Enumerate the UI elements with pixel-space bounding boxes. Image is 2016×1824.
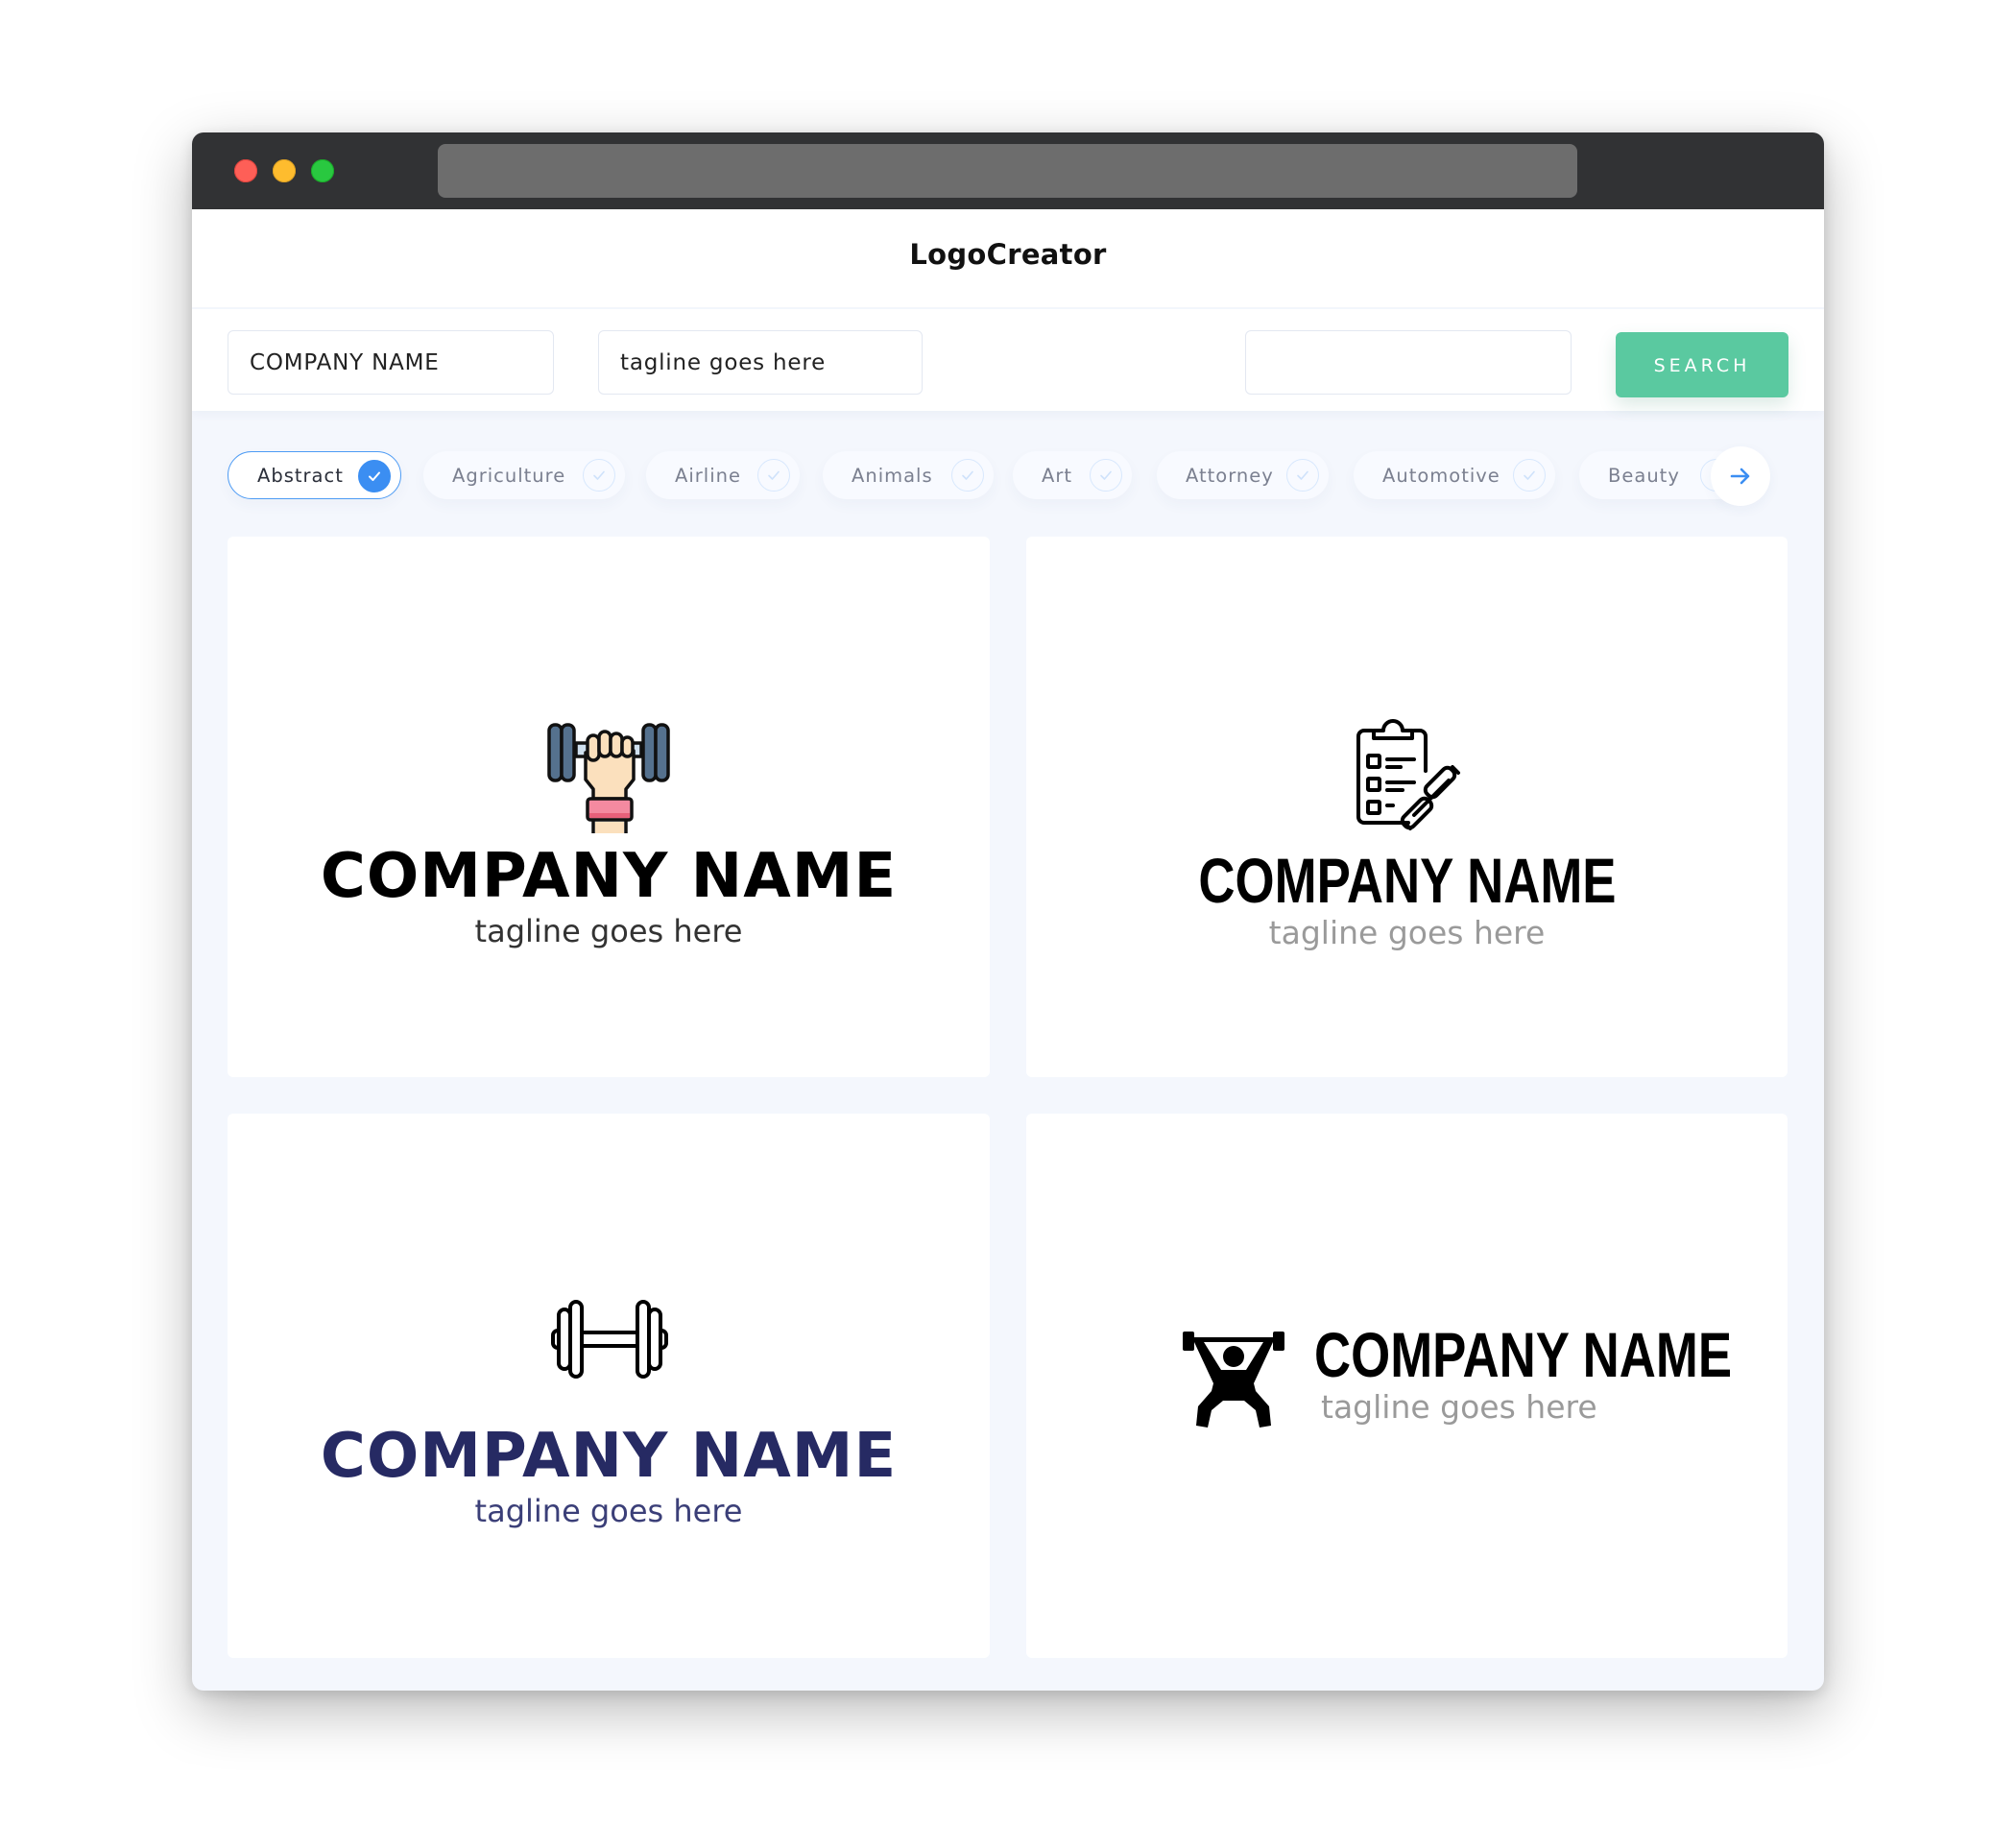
arrow-right-icon <box>1730 468 1750 485</box>
keyword-input[interactable] <box>1245 330 1572 395</box>
clipboard-dumbbell-icon <box>1356 719 1460 830</box>
check-icon <box>358 460 391 492</box>
hand-dumbbell-icon <box>547 723 670 833</box>
category-chip-abstract[interactable]: Abstract <box>228 451 401 499</box>
company-name-text: COMPANY NAME <box>320 1421 898 1492</box>
category-chip-art[interactable]: Art <box>1013 451 1132 499</box>
company-name-text: COMPANY NAME <box>1314 1319 1733 1390</box>
search-button[interactable]: SEARCH <box>1616 332 1788 397</box>
tagline-text: tagline goes here <box>474 913 743 949</box>
logo-card[interactable]: COMPANY NAME tagline goes here <box>228 1114 990 1658</box>
logo-card[interactable]: COMPANY NAME tagline goes here <box>1026 537 1788 1077</box>
app-header: LogoCreator <box>192 209 1824 307</box>
address-bar[interactable] <box>438 144 1577 198</box>
category-chip-agriculture[interactable]: Agriculture <box>423 451 625 499</box>
brand-logo[interactable]: LogoCreator <box>192 238 1824 271</box>
tagline-text: tagline goes here <box>474 1493 743 1529</box>
category-chip-animals[interactable]: Animals <box>823 451 994 499</box>
title-bar <box>192 132 1824 209</box>
chip-label: Airline <box>675 464 741 487</box>
weightlifter-icon <box>1183 1332 1284 1428</box>
check-icon <box>583 459 615 492</box>
chip-label: Beauty <box>1608 464 1680 487</box>
chip-label: Animals <box>852 464 933 487</box>
logo-card[interactable]: COMPANY NAME tagline goes here <box>228 537 990 1077</box>
browser-window: LogoCreator SEARCH Abstract Agriculture … <box>192 132 1824 1691</box>
company-name-text: COMPANY NAME <box>1197 845 1617 916</box>
logo-card[interactable]: COMPANY NAME tagline goes here <box>1026 1114 1788 1658</box>
chip-label: Abstract <box>257 464 344 487</box>
check-icon <box>757 459 790 492</box>
chip-label: Automotive <box>1382 464 1500 487</box>
next-categories-button[interactable] <box>1711 446 1770 506</box>
check-icon <box>951 459 984 492</box>
category-filter-bar: Abstract Agriculture Airline Animals Art… <box>192 438 1824 518</box>
category-chip-automotive[interactable]: Automotive <box>1354 451 1555 499</box>
company-name-input[interactable] <box>228 330 554 395</box>
check-icon <box>1286 459 1319 492</box>
category-chip-attorney[interactable]: Attorney <box>1157 451 1329 499</box>
company-name-text: COMPANY NAME <box>320 841 898 912</box>
chip-label: Attorney <box>1186 464 1274 487</box>
check-icon <box>1090 459 1122 492</box>
chip-label: Art <box>1042 464 1073 487</box>
category-chip-airline[interactable]: Airline <box>646 451 800 499</box>
maximize-window-button[interactable] <box>311 159 334 182</box>
tagline-input[interactable] <box>598 330 923 395</box>
close-window-button[interactable] <box>234 159 257 182</box>
dumbbell-icon <box>551 1300 668 1379</box>
chip-label: Agriculture <box>452 464 566 487</box>
check-icon <box>1513 459 1546 492</box>
tagline-text: tagline goes here <box>1268 914 1546 951</box>
tagline-text: tagline goes here <box>1321 1388 1597 1426</box>
search-toolbar: SEARCH <box>192 309 1824 411</box>
minimize-window-button[interactable] <box>273 159 296 182</box>
